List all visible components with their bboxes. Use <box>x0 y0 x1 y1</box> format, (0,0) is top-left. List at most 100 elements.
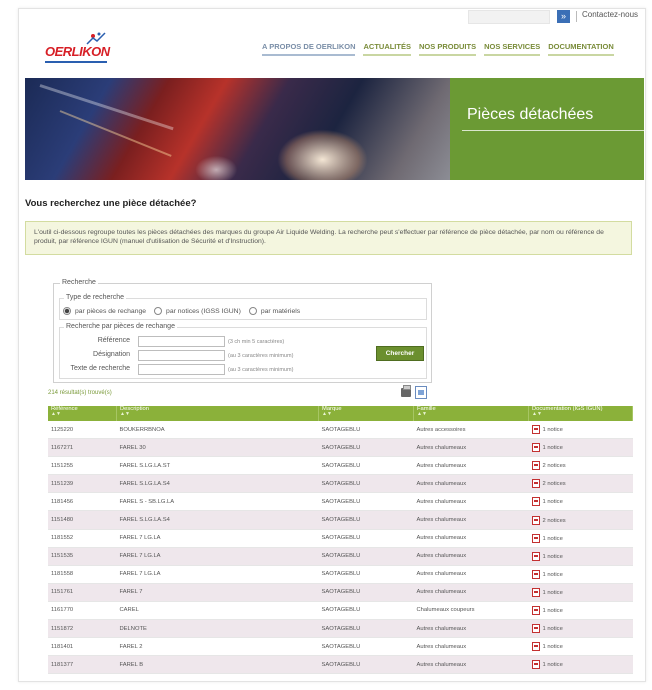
table-row[interactable]: 1161770 CAREL SAOTAGEBLU Chalumeaux coupeur… <box>48 601 633 621</box>
cell-documentation[interactable]: 1 notice <box>528 565 633 584</box>
print-icon[interactable] <box>401 385 411 397</box>
search-text-input[interactable] <box>138 364 225 375</box>
notice-link[interactable]: 1 notice <box>543 590 563 596</box>
pdf-icon[interactable] <box>531 497 540 507</box>
table-row[interactable]: 1151239 FAREL S.LG.LA.S4 SAOTAGEBLU Autres … <box>48 474 633 494</box>
cell-brand: SAOTAGEBLU <box>318 474 414 494</box>
cell-documentation[interactable]: 1 notice <box>528 637 633 657</box>
cell-documentation[interactable]: 1 notice <box>528 492 633 512</box>
notice-link[interactable]: 2 notices <box>543 481 566 487</box>
intro-box: L'outil ci-dessous regroupe toutes les p… <box>25 221 632 255</box>
pdf-icon[interactable] <box>531 533 540 543</box>
notice-link[interactable]: 1 notice <box>543 626 563 632</box>
table-row[interactable]: 1125220 BOUKERRBNOA SAOTAGEBLU Autres acces… <box>48 421 633 440</box>
cell-documentation[interactable]: 2 notices <box>528 510 633 530</box>
cell-documentation[interactable]: 1 notice <box>528 655 633 675</box>
cell-documentation[interactable]: 1 notice <box>528 438 633 458</box>
notice-link[interactable]: 1 notice <box>543 644 563 650</box>
notice-link[interactable]: 1 notice <box>543 499 563 505</box>
radio-equipment[interactable] <box>248 307 257 315</box>
pdf-icon[interactable] <box>531 624 540 634</box>
page-heading: Vous recherchez une pièce détachée? <box>25 198 197 209</box>
radio-manuals[interactable] <box>154 307 163 315</box>
notice-link[interactable]: 1 notice <box>543 554 563 560</box>
table-row[interactable]: 1181401 FAREL 2 SAOTAGEBLU Autres chalumeau… <box>48 637 633 657</box>
pdf-icon[interactable] <box>531 587 540 597</box>
table-row[interactable]: 1151480 FAREL S.LG.LA.S4 SAOTAGEBLU Autres … <box>48 510 633 530</box>
notice-link[interactable]: 1 notice <box>543 536 563 542</box>
cell-brand: SAOTAGEBLU <box>318 510 414 530</box>
notice-link[interactable]: 2 notices <box>543 518 566 524</box>
banner-title-panel <box>450 78 644 180</box>
pdf-icon[interactable] <box>531 461 540 471</box>
table-row[interactable]: 1181558 FAREL 7 LG.LA SAOTAGEBLU Autres cha… <box>48 565 633 584</box>
cell-family: Autres chalumeaux <box>413 547 529 566</box>
top-separator <box>576 11 577 22</box>
cell-documentation[interactable]: 2 notices <box>528 474 633 494</box>
table-row[interactable]: 1151535 FAREL 7 LG.LA SAOTAGEBLU Autres cha… <box>48 547 633 566</box>
search-submit-button[interactable]: Chercher <box>376 346 424 361</box>
notice-link[interactable]: 1 notice <box>543 662 563 668</box>
col-reference[interactable]: Référence ▲▼ <box>48 406 117 421</box>
export-icon[interactable] <box>415 386 427 399</box>
col-description[interactable]: Description ▲▼ <box>116 406 319 421</box>
table-row[interactable]: 1151255 FAREL S.LG.LA.ST SAOTAGEBLU Autres … <box>48 456 633 476</box>
table-row[interactable]: 1181456 FAREL S - SB.LG.LA SAOTAGEBLU Autre… <box>48 492 633 512</box>
notice-link[interactable]: 1 notice <box>543 572 563 578</box>
oerlikon-logo[interactable]: OERLIKON <box>45 30 115 64</box>
radio-spare-parts[interactable] <box>63 307 71 315</box>
nav-documentation[interactable]: DOCUMENTATION <box>548 42 614 56</box>
notice-link[interactable]: 2 notices <box>543 463 566 469</box>
nav-services[interactable]: NOS SERVICES <box>484 42 541 56</box>
cell-reference: 1151255 <box>48 456 117 476</box>
cell-documentation[interactable]: 1 notice <box>528 583 633 602</box>
table-row[interactable]: 1181552 FAREL 7 LG.LA SAOTAGEBLU Autres cha… <box>48 529 633 548</box>
pdf-icon[interactable] <box>531 569 540 579</box>
table-row[interactable]: 1151761 FAREL 7 SAOTAGEBLU Autres chalumeau… <box>48 583 633 602</box>
top-search-input[interactable] <box>468 10 550 24</box>
cell-documentation[interactable]: 1 notice <box>528 601 633 621</box>
cell-description: FAREL 7 LG.LA <box>116 529 319 548</box>
cell-documentation[interactable]: 2 notices <box>528 456 633 476</box>
col-brand[interactable]: Marque ▲▼ <box>318 406 414 421</box>
cell-brand: SAOTAGEBLU <box>318 529 414 548</box>
pdf-icon[interactable] <box>531 443 540 453</box>
cell-family: Autres chalumeaux <box>413 456 529 476</box>
cell-description: FAREL 7 LG.LA <box>116 565 319 584</box>
notice-link[interactable]: 1 notice <box>543 427 563 433</box>
search-type-options: par pièces de rechange par notices (IGSS… <box>63 307 300 315</box>
pdf-icon[interactable] <box>531 660 540 670</box>
main-nav: A PROPOS DE OERLIKON ACTUALITÉS NOS PROD… <box>262 42 614 56</box>
reference-input[interactable] <box>138 336 225 347</box>
pdf-icon[interactable] <box>531 551 540 561</box>
contact-link[interactable]: Contactez-nous <box>582 10 638 19</box>
table-row[interactable]: 1181377 FAREL B SAOTAGEBLU Autres chalumeau… <box>48 655 633 675</box>
table-row[interactable]: 1151872 DELNOTE SAOTAGEBLU Autres chalumeau… <box>48 619 633 639</box>
radio-equipment-label: par matériels <box>260 307 301 315</box>
radio-spare-parts-label: par pièces de rechange <box>75 307 147 315</box>
banner-title: Pièces détachées <box>467 106 594 123</box>
col-documentation[interactable]: Documentation (IGS IGUN) ▲▼ <box>528 406 633 421</box>
top-search-button[interactable]: » <box>557 10 570 23</box>
pdf-icon[interactable] <box>531 605 540 615</box>
col-family[interactable]: Famille ▲▼ <box>413 406 529 421</box>
cell-description: FAREL S.LG.LA.S4 <box>116 510 319 530</box>
nav-about[interactable]: A PROPOS DE OERLIKON <box>262 42 356 56</box>
cell-family: Autres chalumeaux <box>413 492 529 512</box>
nav-news[interactable]: ACTUALITÉS <box>363 42 411 56</box>
nav-products[interactable]: NOS PRODUITS <box>418 42 477 56</box>
cell-documentation[interactable]: 1 notice <box>528 421 633 440</box>
pdf-icon[interactable] <box>531 515 540 525</box>
designation-input[interactable] <box>138 350 225 361</box>
pdf-icon[interactable] <box>531 479 540 489</box>
cell-brand: SAOTAGEBLU <box>318 547 414 566</box>
pdf-icon[interactable] <box>531 642 540 652</box>
cell-documentation[interactable]: 1 notice <box>528 547 633 566</box>
cell-documentation[interactable]: 1 notice <box>528 529 633 548</box>
designation-hint: (au 3 caractères minimum) <box>228 353 294 359</box>
notice-link[interactable]: 1 notice <box>543 445 563 451</box>
notice-link[interactable]: 1 notice <box>543 608 563 614</box>
cell-documentation[interactable]: 1 notice <box>528 619 633 639</box>
table-row[interactable]: 1167271 FAREL 30 SAOTAGEBLU Autres chalumea… <box>48 438 633 458</box>
pdf-icon[interactable] <box>531 425 540 435</box>
